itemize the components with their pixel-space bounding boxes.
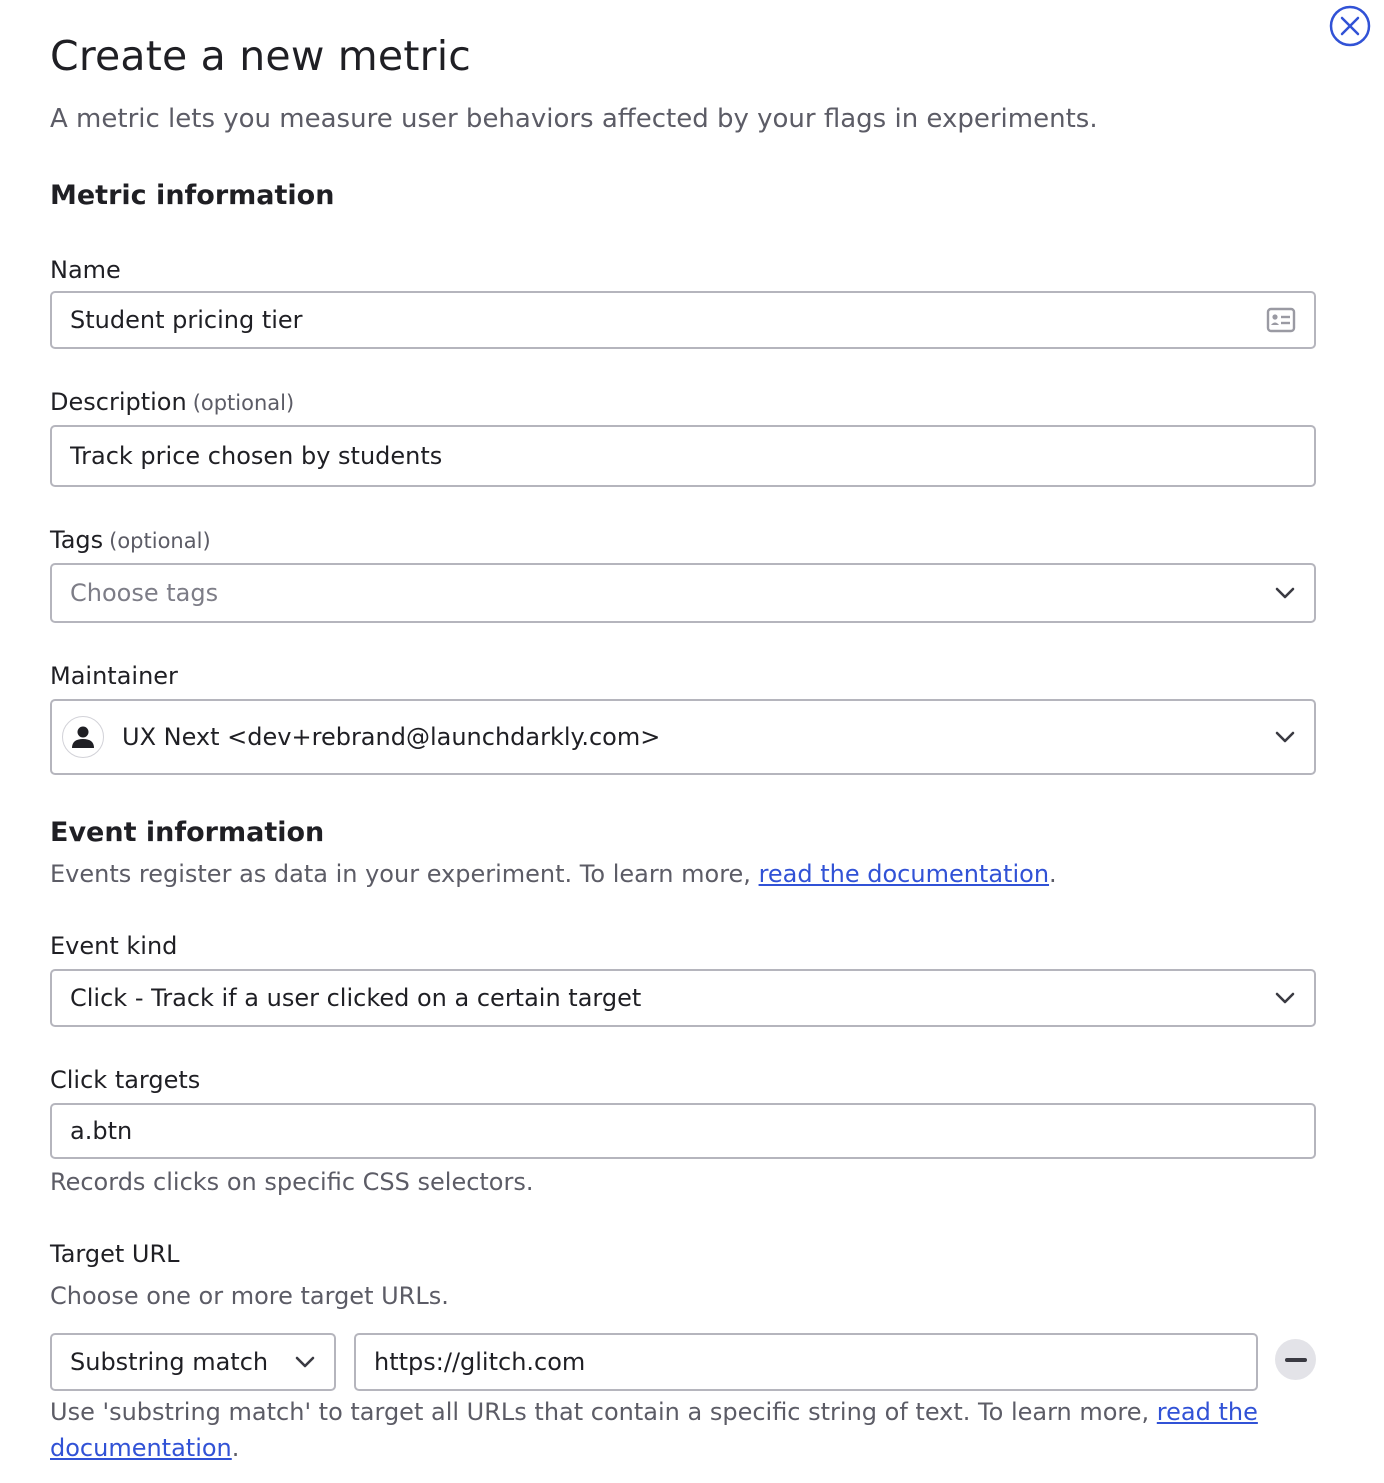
- match-type-select[interactable]: Substring match: [50, 1333, 336, 1391]
- maintainer-value: UX Next <dev+rebrand@launchdarkly.com>: [122, 723, 661, 751]
- read-documentation-link[interactable]: read the documentation: [759, 860, 1049, 888]
- chevron-down-icon: [1274, 726, 1296, 748]
- avatar: [62, 716, 104, 758]
- metric-information-heading: Metric information: [50, 180, 335, 211]
- name-label-text: Name: [50, 256, 121, 284]
- target-url-label-text: Target URL: [50, 1240, 180, 1268]
- target-url-helper: Choose one or more target URLs.: [50, 1282, 449, 1310]
- event-information-heading: Event information: [50, 817, 325, 848]
- description-label: Description (optional): [50, 386, 294, 419]
- name-input[interactable]: Student pricing tier: [50, 291, 1316, 349]
- match-type-value: Substring match: [70, 1348, 269, 1376]
- target-url-value: https://glitch.com: [374, 1348, 586, 1376]
- event-kind-select[interactable]: Click - Track if a user clicked on a cer…: [50, 969, 1316, 1027]
- tags-label: Tags (optional): [50, 524, 211, 557]
- target-url-note-suffix: .: [231, 1434, 240, 1462]
- maintainer-label: Maintainer: [50, 660, 178, 692]
- remove-url-button[interactable]: [1275, 1339, 1316, 1380]
- name-label: Name: [50, 254, 121, 286]
- click-targets-helper: Records clicks on specific CSS selectors…: [50, 1168, 534, 1196]
- event-help-text: Events register as data in your experime…: [50, 860, 759, 888]
- tags-select[interactable]: Choose tags: [50, 563, 1316, 623]
- event-help-suffix: .: [1049, 860, 1057, 888]
- name-input-value: Student pricing tier: [70, 306, 303, 334]
- close-circle-icon: [1329, 5, 1371, 47]
- read-the-link[interactable]: read the: [1157, 1398, 1258, 1426]
- maintainer-select[interactable]: UX Next <dev+rebrand@launchdarkly.com>: [50, 699, 1316, 775]
- target-url-note-text: Use 'substring match' to target all URLs…: [50, 1398, 1157, 1426]
- dialog-title: Create a new metric: [50, 32, 472, 80]
- event-information-help: Events register as data in your experime…: [50, 856, 1057, 892]
- documentation-link[interactable]: documentation: [50, 1434, 232, 1462]
- maintainer-label-text: Maintainer: [50, 662, 178, 690]
- event-kind-label: Event kind: [50, 930, 177, 962]
- chevron-down-icon: [1274, 582, 1296, 604]
- target-url-label: Target URL: [50, 1238, 180, 1270]
- target-url-note: Use 'substring match' to target all URLs…: [50, 1394, 1330, 1466]
- minus-icon: [1284, 1357, 1307, 1362]
- click-targets-label: Click targets: [50, 1064, 200, 1096]
- description-optional: (optional): [192, 391, 295, 415]
- click-targets-label-text: Click targets: [50, 1066, 201, 1094]
- chevron-down-icon: [1274, 987, 1296, 1009]
- tags-placeholder: Choose tags: [70, 579, 219, 607]
- event-kind-label-text: Event kind: [50, 932, 178, 960]
- close-button[interactable]: [1328, 4, 1372, 48]
- chevron-down-icon: [294, 1351, 316, 1373]
- description-input[interactable]: Track price chosen by students: [50, 425, 1316, 487]
- click-targets-input[interactable]: a.btn: [50, 1103, 1316, 1159]
- click-targets-value: a.btn: [70, 1117, 133, 1145]
- event-kind-value: Click - Track if a user clicked on a cer…: [70, 984, 642, 1012]
- contact-card-icon[interactable]: [1266, 307, 1296, 333]
- description-input-value: Track price chosen by students: [70, 442, 443, 470]
- target-url-input[interactable]: https://glitch.com: [354, 1333, 1258, 1391]
- tags-label-text: Tags: [50, 526, 104, 554]
- description-label-text: Description: [50, 388, 187, 416]
- person-icon: [72, 726, 94, 748]
- dialog-subtitle: A metric lets you measure user behaviors…: [50, 104, 1098, 134]
- tags-optional: (optional): [109, 529, 211, 553]
